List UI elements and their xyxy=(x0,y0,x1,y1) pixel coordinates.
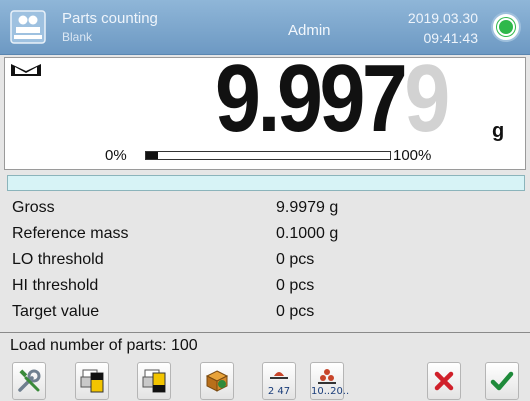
header-printout-button[interactable] xyxy=(75,362,109,400)
weighing-display: 9.9979 g 0% 100% xyxy=(4,46,526,170)
info-value: 0 pcs xyxy=(276,303,315,320)
info-value: 0 pcs xyxy=(276,277,315,294)
bargraph-min-label: 0% xyxy=(105,147,127,164)
mass-unit[interactable]: g xyxy=(492,120,504,143)
mode-sub-label: Blank xyxy=(62,30,93,44)
info-strip xyxy=(7,175,525,191)
info-row-lo-threshold: LO threshold 0 pcs xyxy=(0,248,530,274)
info-row-target-value: Target value 0 pcs xyxy=(0,300,530,326)
info-label: Gross xyxy=(12,199,55,216)
database-product-icon xyxy=(205,370,229,392)
info-value: 0.1000 g xyxy=(276,225,339,242)
info-row-hi-threshold: HI threshold 0 pcs xyxy=(0,274,530,300)
date-display: 2019.03.30 xyxy=(407,10,478,26)
info-label: HI threshold xyxy=(12,277,99,294)
footer-printout-button[interactable] xyxy=(137,362,171,400)
sample-quantity-button[interactable]: 10..20.. xyxy=(310,362,350,400)
database-button[interactable] xyxy=(200,362,234,400)
stability-marker-icon xyxy=(11,64,41,76)
reference-mass-button[interactable]: 2 47 xyxy=(262,362,296,400)
info-row-reference-mass: Reference mass 0.1000 g xyxy=(0,222,530,248)
info-label: Target value xyxy=(12,303,100,320)
bottom-toolbar: 2 47 10..20.. xyxy=(0,360,530,401)
printer-header-icon xyxy=(80,369,104,393)
mass-readout-value: 9.997 xyxy=(215,45,408,152)
info-table: Gross 9.9979 g Reference mass 0.1000 g L… xyxy=(0,196,530,326)
info-value: 0 pcs xyxy=(276,251,315,268)
reference-mass-caption: 2 47 xyxy=(267,386,291,397)
bargraph-max-label: 100% xyxy=(393,147,432,164)
settings-tools-icon xyxy=(18,369,41,392)
info-value: 9.9979 g xyxy=(276,199,339,216)
printer-footer-icon xyxy=(142,369,166,393)
info-label: LO threshold xyxy=(12,251,104,268)
settings-button[interactable] xyxy=(12,362,46,400)
divider xyxy=(0,332,530,333)
info-row-gross: Gross 9.9979 g xyxy=(0,196,530,222)
confirm-icon xyxy=(490,371,514,391)
logged-user[interactable]: Admin xyxy=(288,22,331,39)
confirm-button[interactable] xyxy=(485,362,519,400)
mode-name: Parts counting xyxy=(62,10,158,27)
bargraph-fill xyxy=(146,152,159,159)
mass-readout-last-digit: 9 xyxy=(404,45,450,152)
mass-readout: 9.9979 xyxy=(215,45,450,152)
sample-quantity-caption: 10..20.. xyxy=(311,386,350,397)
load-parts-text: Load number of parts: 100 xyxy=(10,337,198,354)
info-label: Reference mass xyxy=(12,225,129,242)
parts-counting-icon[interactable] xyxy=(10,10,46,44)
time-display: 09:41:43 xyxy=(423,30,479,46)
bargraph xyxy=(145,151,391,160)
cancel-button[interactable] xyxy=(427,362,461,400)
cancel-icon xyxy=(434,371,454,391)
level-status-icon[interactable] xyxy=(491,12,521,42)
